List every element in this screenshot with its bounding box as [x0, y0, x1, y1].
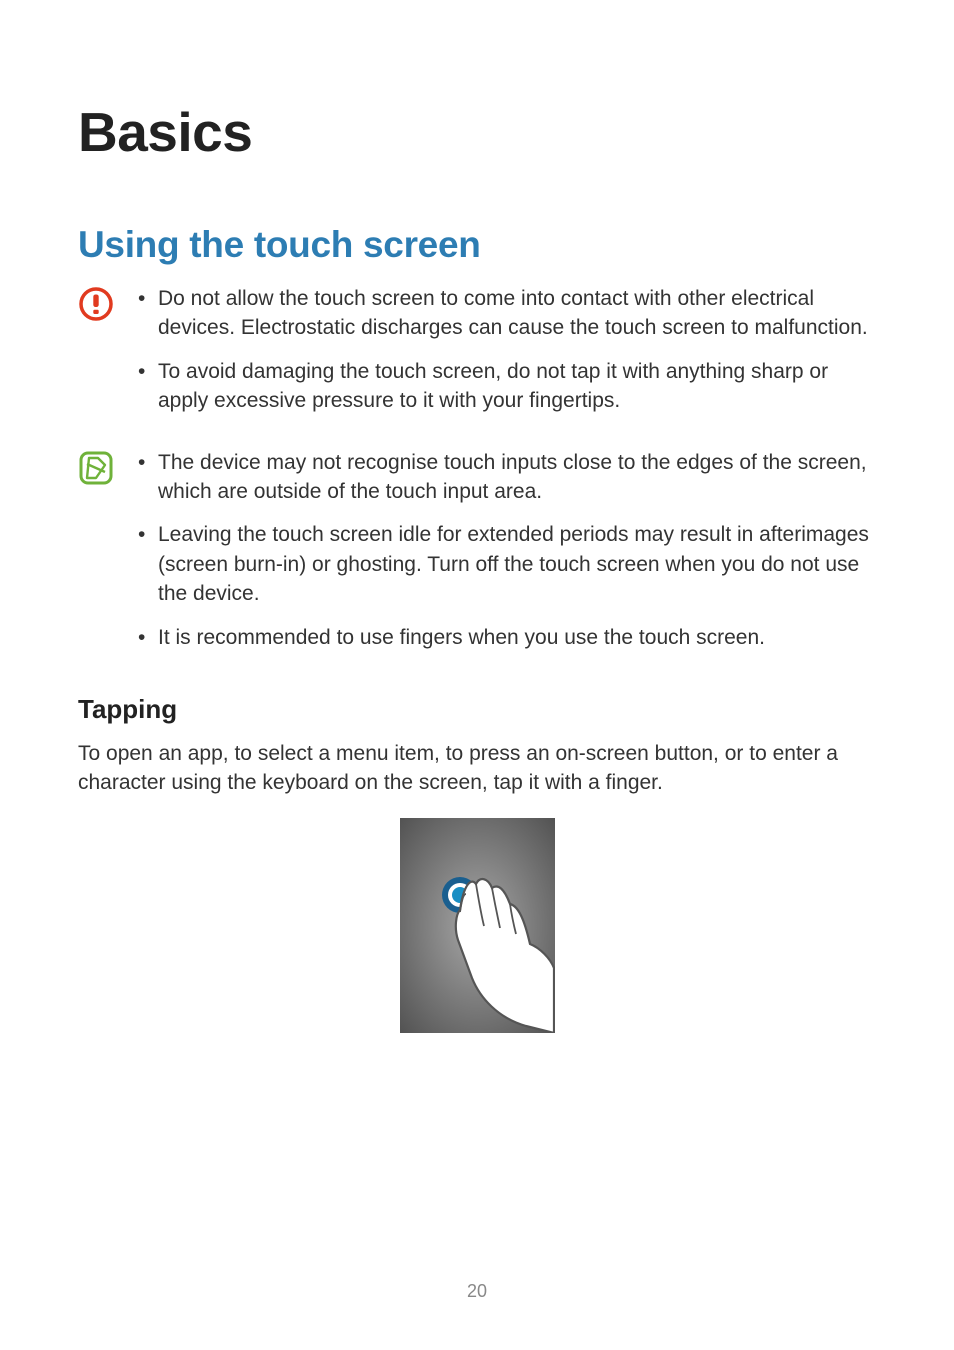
caution-block: Do not allow the touch screen to come in…	[78, 284, 876, 430]
chapter-title: Basics	[78, 100, 876, 164]
subsection-title: Tapping	[78, 694, 876, 725]
page-number: 20	[0, 1281, 954, 1302]
caution-item: To avoid damaging the touch screen, do n…	[136, 357, 876, 416]
note-list: The device may not recognise touch input…	[136, 448, 876, 666]
note-item: Leaving the touch screen idle for extend…	[136, 520, 876, 608]
caution-list: Do not allow the touch screen to come in…	[136, 284, 876, 430]
note-icon	[78, 450, 114, 491]
note-item: It is recommended to use fingers when yo…	[136, 623, 876, 652]
section-title: Using the touch screen	[78, 224, 876, 266]
tapping-illustration	[78, 818, 876, 1038]
subsection-body: To open an app, to select a menu item, t…	[78, 739, 876, 798]
note-item: The device may not recognise touch input…	[136, 448, 876, 507]
note-block: The device may not recognise touch input…	[78, 448, 876, 666]
caution-icon	[78, 286, 114, 327]
caution-item: Do not allow the touch screen to come in…	[136, 284, 876, 343]
